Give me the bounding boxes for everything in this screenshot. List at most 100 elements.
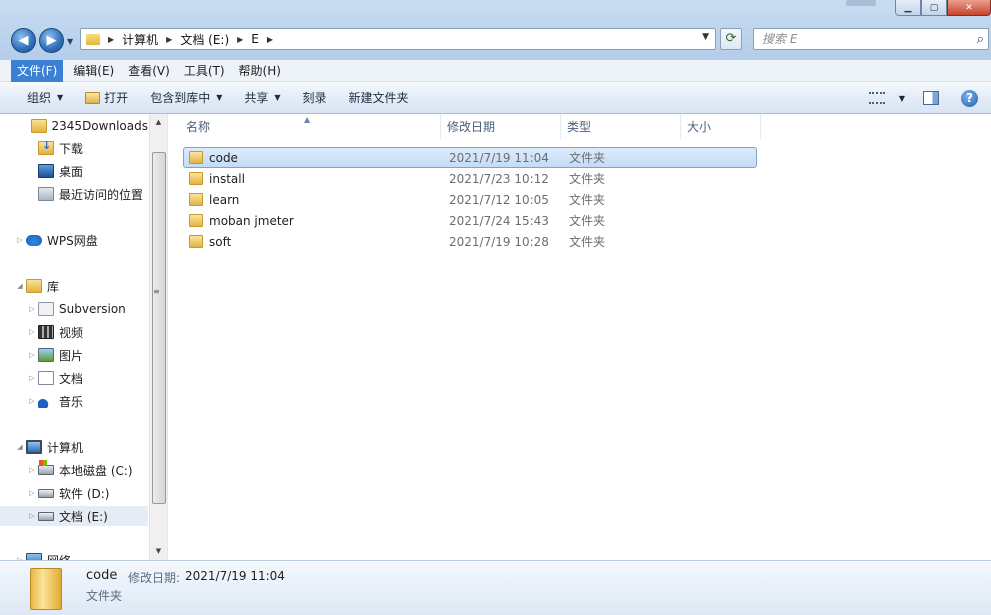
documents-icon xyxy=(38,371,54,385)
organize-label: 组织 xyxy=(27,91,52,105)
file-row[interactable]: moban jmeter 2021/7/24 15:43 文件夹 xyxy=(183,210,757,231)
forward-button[interactable]: ▶ xyxy=(39,28,64,53)
command-bar-right: ▼ ? xyxy=(868,82,991,114)
nav-item-drive-c[interactable]: ▷ 本地磁盘 (C:) xyxy=(0,460,148,480)
nav-item-libraries[interactable]: ◢ 库 xyxy=(0,276,148,296)
chevron-right-icon[interactable]: ▶ xyxy=(166,35,172,44)
help-icon[interactable]: ? xyxy=(961,89,978,107)
expand-arrow-icon[interactable]: ▷ xyxy=(26,489,38,497)
expand-arrow-icon[interactable]: ▷ xyxy=(26,512,38,520)
nav-item-recent-places[interactable]: 最近访问的位置 xyxy=(0,184,148,204)
title-bar: ▁ ▢ ✕ ◀ ▶ ▼ ▶ 计算机 ▶ 文档 (E:) ▶ E ▶ ▼ ⟳ 搜索… xyxy=(0,0,991,60)
file-row[interactable]: code 2021/7/19 11:04 文件夹 xyxy=(183,147,757,168)
view-options-icon[interactable] xyxy=(868,92,885,104)
breadcrumb-computer[interactable]: 计算机 xyxy=(122,31,158,48)
nav-item-videos[interactable]: ▷ 视频 xyxy=(0,322,148,342)
include-label: 包含到库中 xyxy=(150,91,211,105)
nav-item-computer[interactable]: ◢ 计算机 xyxy=(0,437,148,457)
nav-item-documents[interactable]: ▷ 文档 xyxy=(0,368,148,388)
search-icon[interactable]: ⌕ xyxy=(977,30,984,50)
minimize-button[interactable]: ▁ xyxy=(895,0,921,16)
nav-item-drive-d[interactable]: ▷ 软件 (D:) xyxy=(0,483,148,503)
expand-arrow-icon[interactable]: ▷ xyxy=(26,328,38,336)
expand-arrow-icon[interactable]: ▷ xyxy=(26,351,38,359)
scroll-up-icon[interactable]: ▲ xyxy=(150,114,167,131)
chevron-right-icon[interactable]: ▶ xyxy=(108,35,114,44)
expand-arrow-icon[interactable]: ▷ xyxy=(26,397,38,405)
breadcrumb-folder-e[interactable]: E xyxy=(251,32,259,46)
nav-item-desktop[interactable]: 桌面 xyxy=(0,161,148,181)
recent-pages-dropdown[interactable]: ▼ xyxy=(67,37,73,46)
burn-button[interactable]: 刻录 xyxy=(303,89,327,106)
breadcrumb-drive-e[interactable]: 文档 (E:) xyxy=(180,31,229,48)
nav-scrollbar[interactable]: ▲ ≡ ▼ xyxy=(149,114,167,560)
nav-item-music[interactable]: ▷ 音乐 xyxy=(0,391,148,411)
nav-item-2345downloads[interactable]: 2345Downloads xyxy=(0,116,148,136)
folder-icon xyxy=(189,172,203,185)
details-date-label: 修改日期: xyxy=(128,571,181,585)
menu-file[interactable]: 文件(F) xyxy=(11,59,64,82)
chevron-down-icon: ▼ xyxy=(216,93,223,102)
nav-item-drive-e[interactable]: ▷ 文档 (E:) xyxy=(0,506,148,526)
search-input[interactable]: 搜索 E ⌕ xyxy=(753,28,989,50)
column-size[interactable]: 大小 xyxy=(681,114,761,139)
library-icon xyxy=(26,279,42,293)
nav-item-subversion[interactable]: ▷ Subversion xyxy=(0,299,148,319)
file-row[interactable]: install 2021/7/23 10:12 文件夹 xyxy=(183,168,757,189)
nav-item-label: 本地磁盘 (C:) xyxy=(59,463,133,478)
open-button[interactable]: 打开 xyxy=(85,89,128,106)
expand-arrow-icon[interactable]: ▷ xyxy=(26,374,38,382)
column-name[interactable]: ▲ 名称 xyxy=(168,114,441,139)
menu-tools[interactable]: 工具(T) xyxy=(180,60,229,82)
share-label: 共享 xyxy=(244,91,269,105)
nav-item-label: 2345Downloads xyxy=(51,119,148,133)
back-button[interactable]: ◀ xyxy=(11,28,36,53)
new-folder-button[interactable]: 新建文件夹 xyxy=(349,89,409,106)
chevron-right-icon[interactable]: ▶ xyxy=(237,35,243,44)
organize-button[interactable]: 组织 ▼ xyxy=(27,89,63,106)
chevron-right-icon[interactable]: ▶ xyxy=(267,35,273,44)
file-type: 文件夹 xyxy=(569,193,606,207)
refresh-button[interactable]: ⟳ xyxy=(720,28,742,50)
menu-view[interactable]: 查看(V) xyxy=(124,60,174,82)
file-row[interactable]: soft 2021/7/19 10:28 文件夹 xyxy=(183,231,757,252)
file-row[interactable]: learn 2021/7/12 10:05 文件夹 xyxy=(183,189,757,210)
address-bar[interactable]: ▶ 计算机 ▶ 文档 (E:) ▶ E ▶ ▼ xyxy=(80,28,716,50)
nav-item-downloads[interactable]: 下载 xyxy=(0,138,148,158)
column-type[interactable]: 类型 xyxy=(561,114,681,139)
scrollbar-thumb[interactable] xyxy=(152,152,166,504)
grip-icon: ≡ xyxy=(153,287,160,296)
arrow-left-icon: ◀ xyxy=(18,33,29,48)
details-pane: code 修改日期: 2021/7/19 11:04 文件夹 xyxy=(0,560,991,615)
nav-item-label: 计算机 xyxy=(47,440,84,455)
expand-arrow-icon[interactable]: ▷ xyxy=(26,305,38,313)
nav-item-label: 网络 xyxy=(47,552,71,561)
menu-help[interactable]: 帮助(H) xyxy=(235,60,285,82)
close-button[interactable]: ✕ xyxy=(947,0,991,16)
collapse-arrow-icon[interactable]: ◢ xyxy=(14,443,26,451)
maximize-button[interactable]: ▢ xyxy=(921,0,947,16)
file-name: moban jmeter xyxy=(209,213,294,228)
expand-arrow-icon[interactable]: ▷ xyxy=(26,466,38,474)
preview-pane-icon[interactable] xyxy=(923,91,939,105)
nav-item-label: 视频 xyxy=(59,325,84,340)
file-name: install xyxy=(209,171,245,186)
include-in-library-button[interactable]: 包含到库中 ▼ xyxy=(150,89,222,106)
column-date[interactable]: 修改日期 xyxy=(441,114,561,139)
collapse-arrow-icon[interactable]: ◢ xyxy=(14,282,26,290)
folder-icon xyxy=(30,119,47,133)
drive-icon xyxy=(38,511,54,521)
nav-item-pictures[interactable]: ▷ 图片 xyxy=(0,345,148,365)
expand-arrow-icon[interactable]: ▷ xyxy=(14,236,26,244)
menu-edit[interactable]: 编辑(E) xyxy=(69,60,118,82)
refresh-icon: ⟳ xyxy=(725,31,737,46)
share-button[interactable]: 共享 ▼ xyxy=(244,89,280,106)
nav-item-wps-cloud[interactable]: ▷ WPS网盘 xyxy=(0,230,148,250)
scroll-down-icon[interactable]: ▼ xyxy=(150,543,167,560)
nav-item-network[interactable]: ▷ 网络 xyxy=(0,550,148,560)
nav-item-label: 文档 (E:) xyxy=(59,509,108,524)
view-dropdown-icon[interactable]: ▼ xyxy=(899,94,905,103)
details-type: 文件夹 xyxy=(86,589,123,603)
column-headers: ▲ 名称 修改日期 类型 大小 xyxy=(168,114,991,139)
address-dropdown[interactable]: ▼ xyxy=(702,32,709,42)
